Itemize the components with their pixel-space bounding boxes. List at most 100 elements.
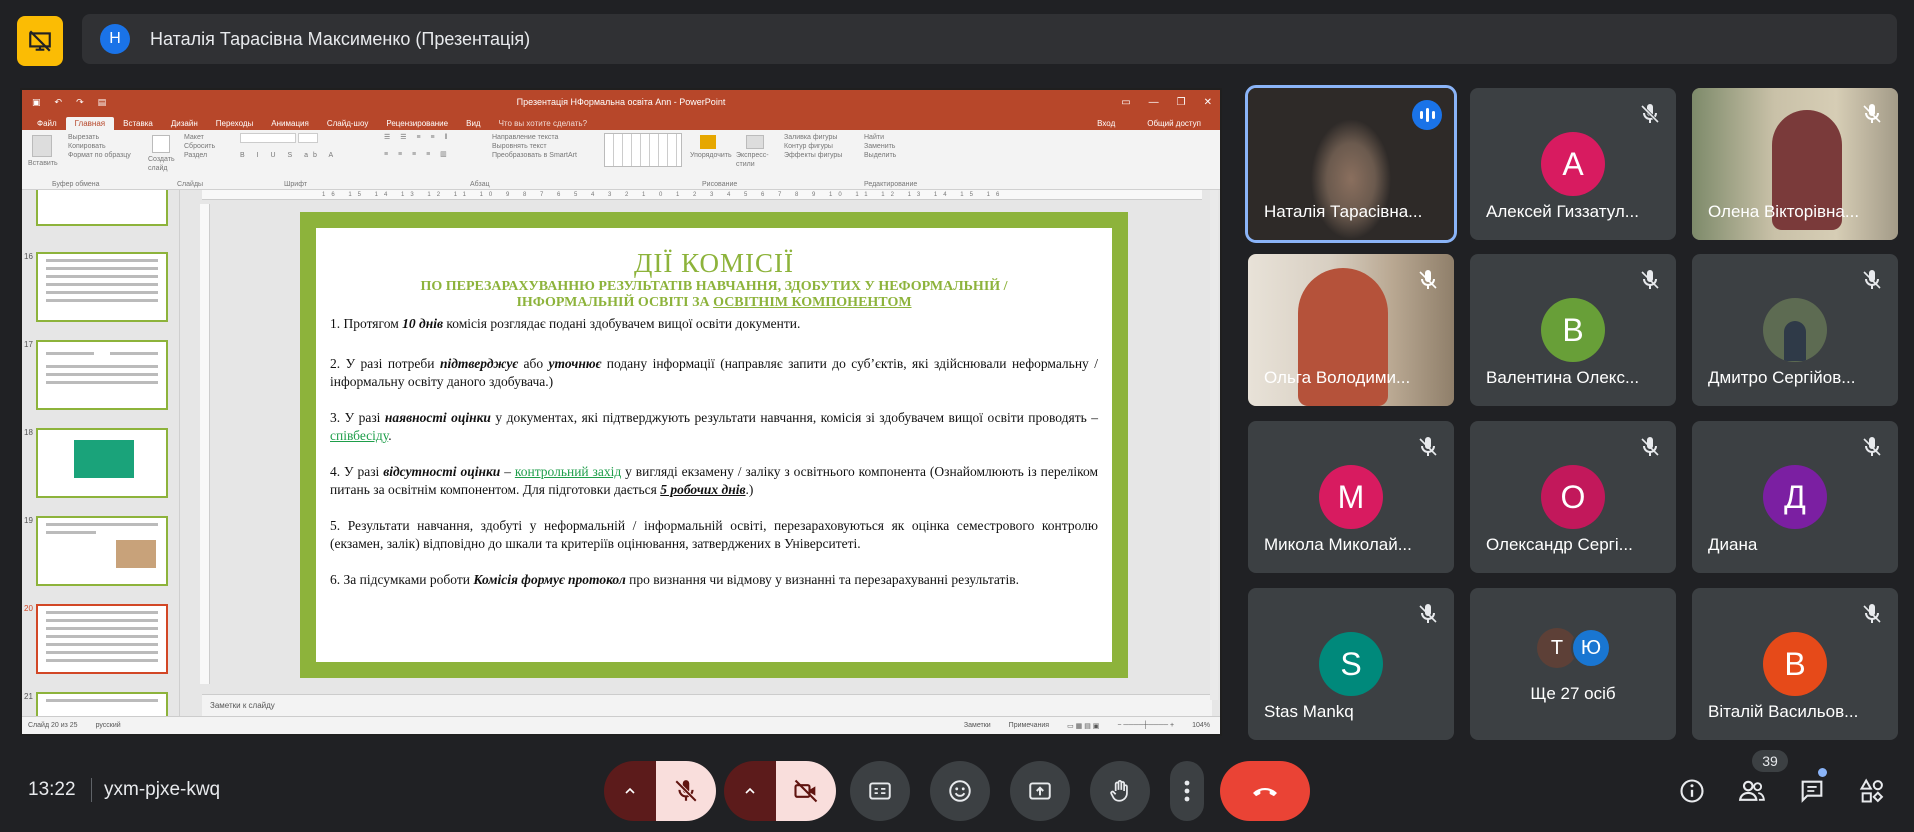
participant-avatar: S (1319, 632, 1383, 696)
presentation-icon[interactable] (17, 16, 63, 66)
mic-off-icon (1640, 104, 1660, 124)
menu-review: Рецензирование (386, 119, 449, 128)
chat-button[interactable] (1796, 775, 1828, 807)
slide-body: 1. Протягом 10 днів комісія розглядає по… (316, 311, 1112, 589)
menu-animation: Анимация (271, 119, 309, 128)
smartart-label: Преобразовать в SmartArt (492, 152, 577, 159)
subtitle-underlined: ОСВІТНІМ КОМПОНЕНТОМ (713, 295, 912, 310)
zoom-slider: − ────┼──── + (1117, 721, 1175, 729)
participant-name: Олена Вікторівна... (1708, 202, 1860, 221)
tell-me-search: Что вы хотите сделать? (498, 119, 588, 128)
text-run-emphasis: уточнює (548, 356, 602, 371)
slide-link-interview: співбесіду (330, 428, 389, 443)
present-button[interactable] (1010, 761, 1070, 821)
ppt-title-bar: ▣ ↶ ↷ ▤ Презентація НФормальна освіта An… (22, 90, 1220, 114)
ppt-window-title: Презентація НФормальна освіта Ann - Powe… (516, 97, 726, 107)
paste-icon (32, 135, 52, 157)
select-label: Выделить (864, 152, 897, 159)
group-font: Шрифт (284, 181, 308, 188)
text-run-emphasis: відсутності оцінки (383, 464, 501, 479)
thumb-number: 16 (24, 252, 33, 261)
horizontal-ruler: 16 15 14 13 12 11 10 9 8 7 6 5 4 3 2 1 0… (202, 190, 1202, 200)
participant-avatar: В (1541, 298, 1605, 362)
emoji-icon (949, 780, 971, 802)
vertical-ruler (200, 204, 210, 684)
participant-avatar: А (1541, 132, 1605, 196)
signin-link: Вход (1097, 119, 1116, 128)
share-button: Общий доступ (1147, 119, 1201, 128)
more-participants-avatars: Т Ю (1531, 626, 1615, 670)
info-icon (1680, 779, 1704, 803)
text-run: комісія розглядає подані здобувачем вищо… (442, 316, 801, 331)
slide-thumbnail (36, 340, 168, 410)
camera-options-button[interactable] (724, 761, 776, 821)
group-paragraph: Абзац (470, 181, 490, 188)
slide-item-1: 1. Протягом 10 днів комісія розглядає по… (330, 315, 1098, 333)
slide-thumbnail-current (36, 604, 168, 674)
participant-tile[interactable]: О Олександр Сергі... (1470, 421, 1676, 573)
group-editing: Редактирование (864, 181, 918, 188)
slide-thumbnail (36, 692, 168, 718)
slide-thumbnail (36, 428, 168, 498)
hand-icon (1110, 780, 1128, 802)
camera-toggle-button[interactable] (776, 761, 836, 821)
raise-hand-button[interactable] (1090, 761, 1150, 821)
participant-tile[interactable]: В Валентина Олекс... (1470, 254, 1676, 406)
participant-tile[interactable]: Наталія Тарасівна... (1245, 85, 1457, 243)
thumb-number: 20 (24, 604, 33, 613)
slide-notes: Заметки к слайду (202, 694, 1212, 716)
thumb-number: 17 (24, 340, 33, 349)
participant-name: Віталій Васильов... (1708, 702, 1859, 721)
slide-thumbnail (36, 190, 168, 226)
cut-label: Вырезать (68, 134, 100, 141)
meeting-details-button[interactable] (1676, 775, 1708, 807)
text-run: . (388, 428, 392, 443)
text-run-emphasis: підтверджує (439, 356, 519, 371)
participant-tile[interactable]: М Микола Миколай... (1248, 421, 1454, 573)
slide-subtitle: ПО ПЕРЕЗАРАХУВАННЮ РЕЗУЛЬТАТІВ НАВЧАННЯ,… (316, 279, 1112, 311)
participant-avatar: В (1763, 632, 1827, 696)
reactions-button[interactable] (930, 761, 990, 821)
text-run: 1. Протягом (330, 316, 403, 331)
slide-item-3: 3. У разі наявності оцінки у документах,… (330, 409, 1098, 445)
slide-title: ДІЇ КОМІСІЇ (634, 248, 794, 278)
more-options-button[interactable] (1170, 761, 1204, 821)
ribbon-options-icon: ▭ (1121, 96, 1131, 108)
notes-toggle: Заметки (963, 721, 991, 729)
text-run: .) (745, 482, 754, 497)
participant-tile[interactable]: S Stas Mankq (1248, 588, 1454, 740)
shapes-gallery (604, 133, 682, 167)
participant-tile[interactable]: Д Диана (1692, 421, 1898, 573)
group-slides: Слайды (177, 181, 204, 188)
thumb-number: 18 (24, 428, 33, 437)
participant-tile[interactable]: Дмитро Сергійов... (1692, 254, 1898, 406)
menu-home: Главная (65, 117, 115, 130)
mic-off-icon (1419, 270, 1437, 289)
participant-tile[interactable]: Олена Вікторівна... (1692, 88, 1898, 240)
participant-tile[interactable]: В Віталій Васильов... (1692, 588, 1898, 740)
comments-toggle: Примечания (1008, 721, 1050, 729)
meeting-code[interactable]: yxm-pjxe-kwq (104, 779, 220, 801)
closed-captions-icon (869, 782, 891, 800)
slide-item-6: 6. За підсумками роботи Комісія формує п… (330, 571, 1098, 589)
mic-options-button[interactable] (604, 761, 656, 821)
text-run: або (518, 356, 549, 371)
participant-tile[interactable]: Ольга Володими... (1248, 254, 1454, 406)
captions-button[interactable] (850, 761, 910, 821)
more-participants-tile[interactable]: Т Ю Ще 27 осіб (1470, 588, 1676, 740)
close-icon: ✕ (1203, 96, 1212, 108)
slide-item-4: 4. У разі відсутності оцінки – контрольн… (330, 463, 1098, 499)
more-participants-label: Ще 27 осіб (1530, 684, 1616, 703)
layout-label: Макет (184, 134, 204, 141)
people-button[interactable] (1736, 775, 1768, 807)
text-run: 3. У разі (330, 410, 385, 425)
participant-avatar: Д (1763, 465, 1827, 529)
leave-call-button[interactable] (1220, 761, 1310, 821)
activities-button[interactable] (1856, 775, 1888, 807)
mic-off-icon (1863, 604, 1881, 623)
participant-tile[interactable]: А Алексей Гиззатул... (1470, 88, 1676, 240)
mic-toggle-button[interactable] (656, 761, 716, 821)
menu-view: Вид (466, 119, 481, 128)
participant-avatar: М (1319, 465, 1383, 529)
presenting-banner[interactable]: Н Наталія Тарасівна Максименко (Презента… (82, 14, 1897, 64)
